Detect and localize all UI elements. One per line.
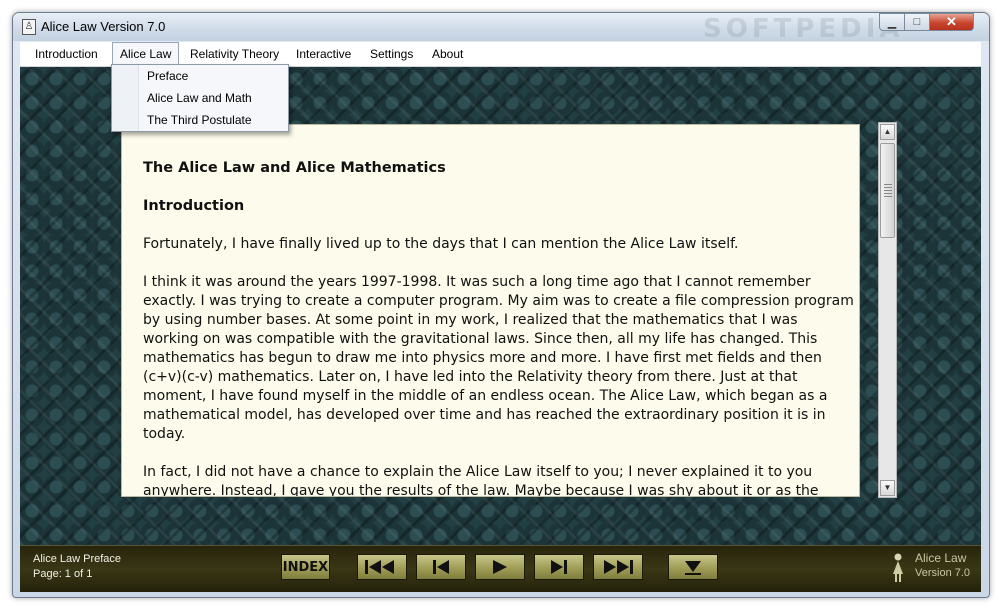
last-page-button[interactable] (593, 554, 643, 580)
document-paragraph: In fact, I did not have a chance to expl… (143, 464, 819, 497)
maximize-button[interactable]: □ (904, 13, 930, 31)
scroll-up-arrow-icon[interactable]: ▲ (880, 124, 895, 140)
menu-alice-law[interactable]: Alice Law (112, 42, 180, 66)
menu-introduction[interactable]: Introduction (28, 42, 105, 66)
page-number: Page: 1 of 1 (33, 568, 93, 580)
minimize-icon: ▁ (887, 16, 897, 29)
menu-about[interactable]: About (425, 42, 470, 66)
window-title: Alice Law Version 7.0 (41, 19, 166, 34)
document-paragraph: I think it was around the years 1997-199… (143, 274, 854, 442)
menu-relativity-theory[interactable]: Relativity Theory (183, 42, 286, 66)
close-button[interactable]: ✕ (929, 13, 974, 31)
brand-title: Alice Law (915, 551, 967, 565)
content-area: The Alice Law and Alice Mathematics Intr… (20, 67, 981, 545)
alice-law-dropdown-menu: Preface Alice Law and Math The Third Pos… (111, 64, 289, 132)
grip-icon (884, 184, 892, 198)
menu-settings[interactable]: Settings (363, 42, 420, 66)
menu-interactive[interactable]: Interactive (289, 42, 358, 66)
skip-to-end-icon (604, 560, 633, 574)
title-bar[interactable]: ♙ Alice Law Version 7.0 SOFTPEDIA ▁ □ ✕ (13, 13, 989, 44)
minimize-button[interactable]: ▁ (879, 13, 905, 31)
close-icon: ✕ (946, 14, 957, 29)
skip-to-start-icon (365, 560, 394, 574)
navigation-footer: Alice Law Preface Page: 1 of 1 INDEX Ali… (20, 545, 981, 592)
alice-figure-icon (893, 553, 903, 582)
step-back-icon (433, 560, 449, 574)
step-forward-icon (551, 560, 567, 574)
scroll-down-arrow-icon[interactable]: ▼ (880, 480, 895, 496)
play-button[interactable] (475, 554, 525, 580)
document-section-heading: Introduction (143, 198, 245, 214)
arrow-down-icon (685, 561, 701, 575)
watermark-text: SOFTPEDIA (703, 14, 904, 44)
index-button[interactable]: INDEX (281, 554, 330, 580)
brand-version: Version 7.0 (915, 567, 971, 579)
document-body: The Alice Law and Alice Mathematics Intr… (143, 159, 855, 497)
scrollbar-thumb[interactable] (880, 143, 895, 238)
next-page-button[interactable] (534, 554, 584, 580)
menu-item-preface[interactable]: Preface (147, 66, 188, 86)
document-paragraph: Fortunately, I have finally lived up to … (143, 236, 739, 252)
menu-item-alice-law-and-math[interactable]: Alice Law and Math (147, 88, 252, 108)
maximize-icon: □ (913, 16, 921, 28)
first-page-button[interactable] (357, 554, 407, 580)
app-icon: ♙ (22, 19, 36, 35)
page-name: Alice Law Preface (33, 553, 122, 565)
document-title: The Alice Law and Alice Mathematics (143, 160, 446, 176)
vertical-scrollbar[interactable]: ▲ ▼ (878, 122, 897, 498)
play-icon (493, 560, 507, 574)
previous-page-button[interactable] (416, 554, 466, 580)
menu-item-third-postulate[interactable]: The Third Postulate (147, 110, 252, 130)
document-panel[interactable]: The Alice Law and Alice Mathematics Intr… (121, 124, 860, 497)
scroll-down-button[interactable] (668, 554, 718, 580)
menu-icon-column (112, 65, 139, 131)
